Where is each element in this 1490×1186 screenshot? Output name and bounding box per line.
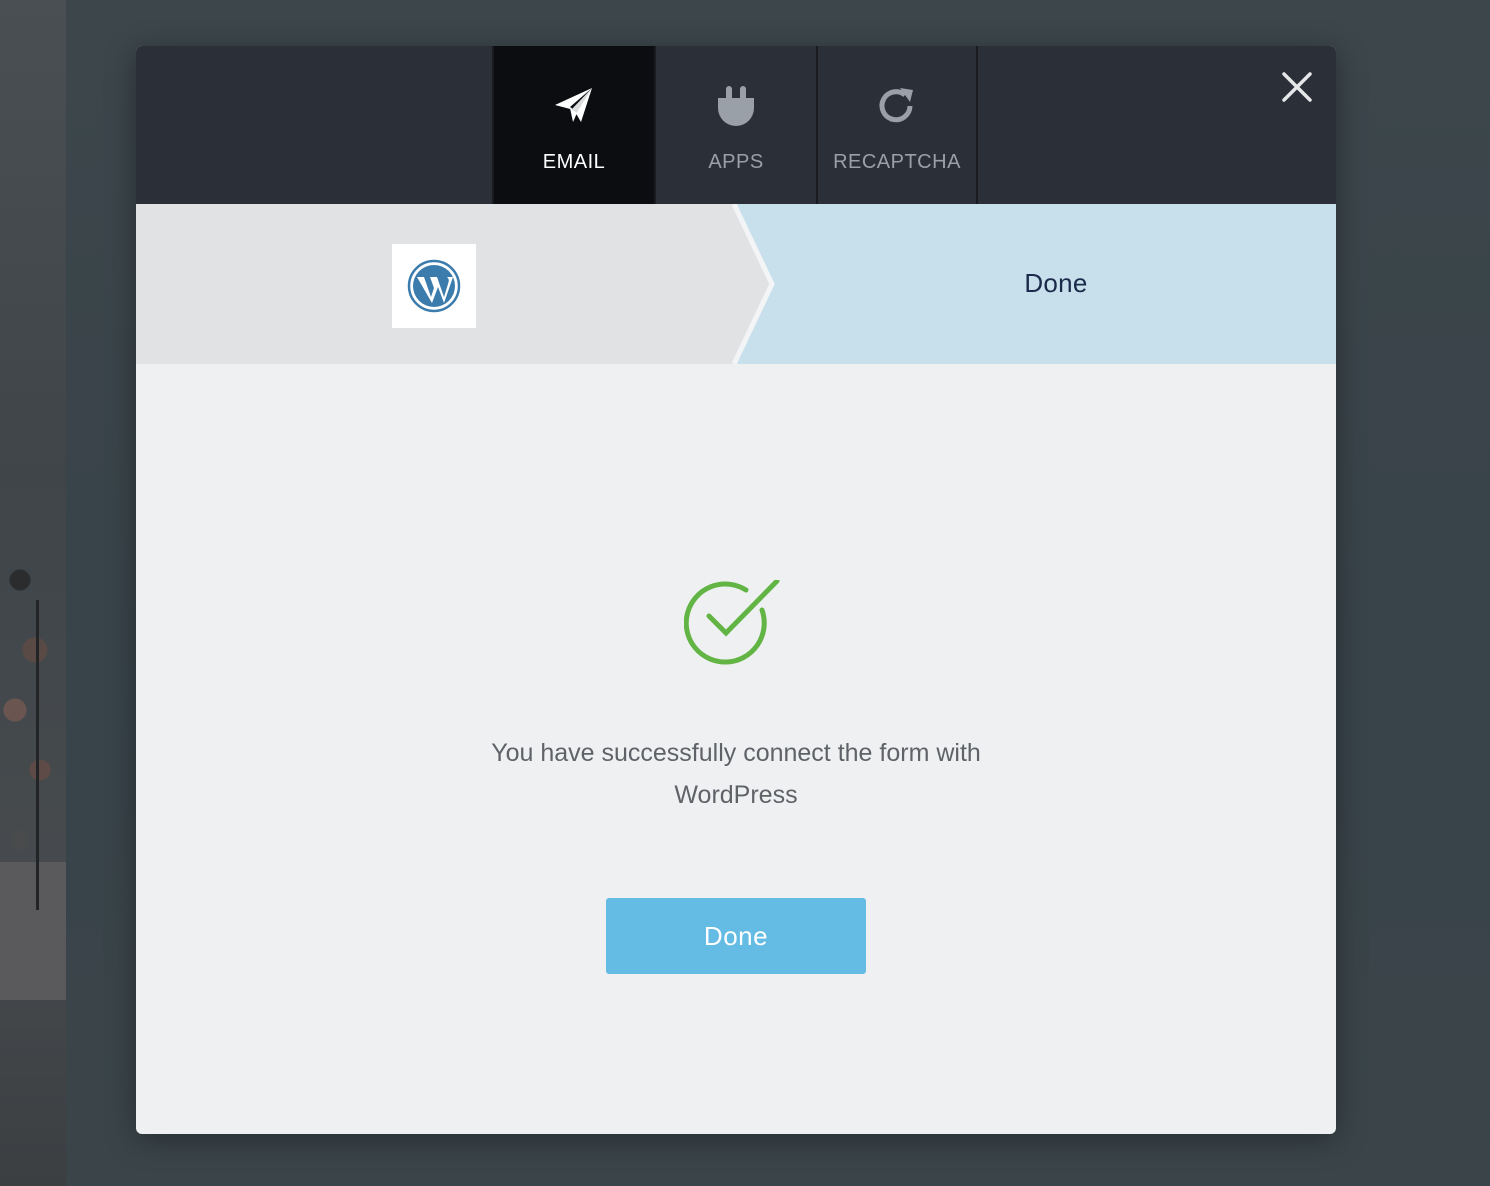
tab-apps[interactable]: APPS — [654, 46, 816, 204]
step-done-label: Done — [1024, 267, 1088, 298]
step-connect-app — [136, 204, 772, 364]
plug-icon — [714, 84, 758, 128]
paper-plane-icon — [552, 84, 596, 128]
close-button[interactable] — [1280, 70, 1314, 104]
tab-label: RECAPTCHA — [833, 151, 961, 173]
tab-recaptcha[interactable]: RECAPTCHA — [816, 46, 978, 204]
tab-label: EMAIL — [542, 151, 606, 173]
check-circle-icon — [683, 578, 784, 666]
integration-modal: EMAIL APPS RECAPTCHA Done You have succe… — [136, 46, 1336, 1134]
close-icon — [1282, 72, 1312, 102]
wordpress-logo-box — [392, 244, 476, 328]
background-plant-stem — [36, 600, 39, 910]
done-button[interactable]: Done — [606, 898, 866, 974]
background-plant-image — [0, 540, 66, 1000]
modal-header: EMAIL APPS RECAPTCHA — [136, 46, 1336, 204]
success-message: You have successfully connect the form w… — [491, 739, 981, 809]
tab-label: APPS — [708, 151, 764, 173]
tab-email[interactable]: EMAIL — [492, 46, 654, 204]
tab-bar: EMAIL APPS RECAPTCHA — [492, 46, 978, 204]
step-indicator: Done — [136, 204, 1336, 364]
refresh-icon — [875, 84, 919, 128]
step-arrow-divider — [731, 204, 775, 364]
wordpress-logo — [407, 259, 461, 313]
